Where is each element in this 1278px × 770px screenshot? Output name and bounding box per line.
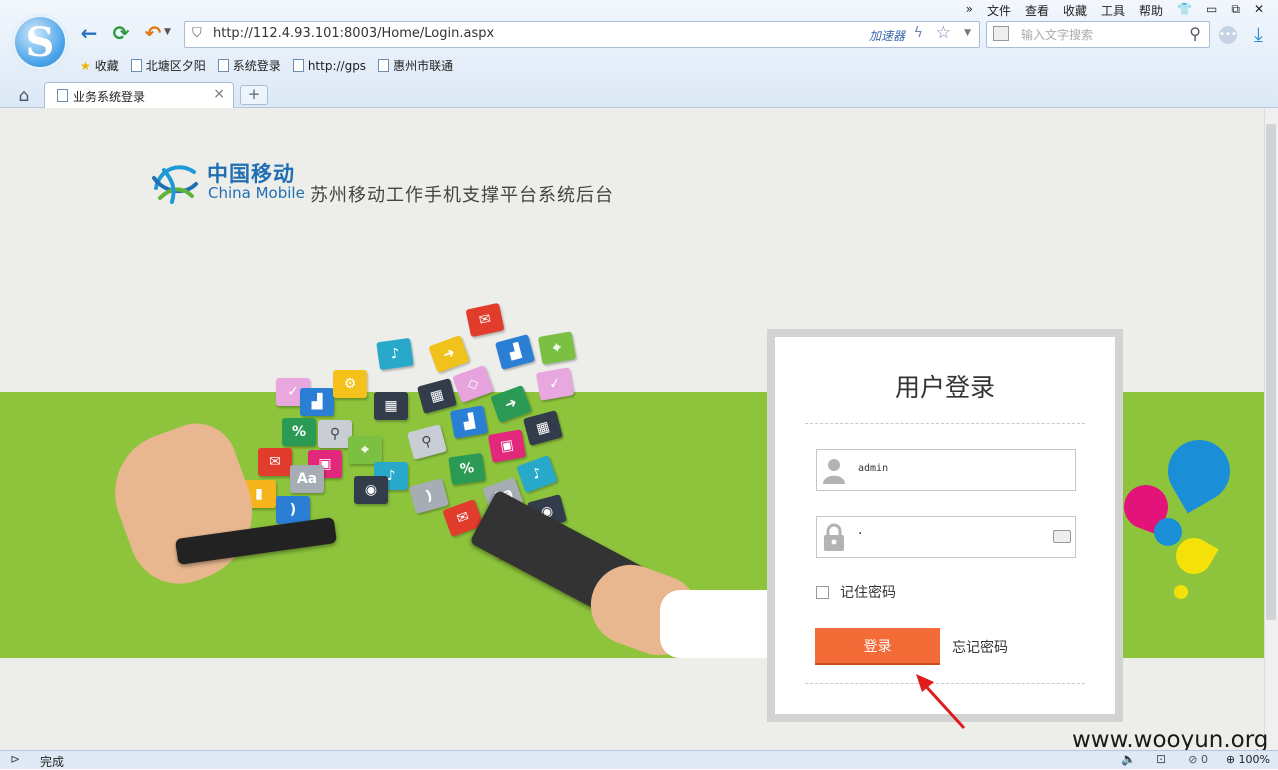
restore-button[interactable]: ⧉ <box>1231 2 1240 18</box>
scrollbar-thumb[interactable] <box>1266 124 1276 620</box>
search-engine-icon[interactable] <box>993 26 1009 41</box>
rss-icon: ) <box>276 496 310 524</box>
tab-login[interactable]: 业务系统登录 × <box>44 82 234 108</box>
check-icon: ✓ <box>535 367 575 401</box>
status-bar: ⊳ 完成 🔈 ⊡ ⊘ 0 ⊕ 100% <box>0 750 1278 769</box>
menu-help[interactable]: 帮助 <box>1139 2 1163 18</box>
close-window-button[interactable]: ✕ <box>1254 2 1264 18</box>
keyboard-icon[interactable] <box>1053 530 1071 543</box>
accelerator-label[interactable]: 加速器 <box>869 27 905 44</box>
bookmarks-bar: ★ 收藏 北塘区夕阳 系统登录 http://gps 惠州市联通 <box>80 57 453 74</box>
page-icon <box>57 89 68 102</box>
camera-icon: ◉ <box>354 476 388 504</box>
tab-strip: ⌂ 业务系统登录 × + <box>0 82 1278 108</box>
login-panel: 用户登录 admin · 记住密码 登录 忘记密码 <box>775 337 1115 714</box>
download-icon[interactable]: ⤓ <box>1254 22 1263 46</box>
bookmark-item[interactable]: 惠州市联通 <box>378 57 453 74</box>
toolbox-icon[interactable]: ⊡ <box>1156 752 1166 766</box>
menu-view[interactable]: 查看 <box>1025 2 1049 18</box>
zoom-level[interactable]: ⊕ 100% <box>1226 753 1270 766</box>
page-icon <box>217 59 229 72</box>
password-field[interactable]: · <box>816 516 1076 558</box>
refresh-icon[interactable]: ⟳ <box>110 21 132 45</box>
address-bar[interactable]: ⛉ http://112.4.93.101:8003/Home/Login.as… <box>184 21 980 48</box>
chart-icon: ▟ <box>449 405 489 439</box>
close-icon[interactable]: × <box>213 86 225 102</box>
remember-checkbox[interactable] <box>816 586 829 599</box>
bookmark-favorites[interactable]: ★ 收藏 <box>80 57 119 74</box>
address-dropdown-icon[interactable]: ▼ <box>964 28 971 38</box>
speaker-icon: ♪ <box>376 337 414 371</box>
menu-favorites[interactable]: 收藏 <box>1063 2 1087 18</box>
china-mobile-logo-icon <box>152 165 198 204</box>
login-button[interactable]: 登录 <box>815 628 940 663</box>
blue-dot <box>1154 518 1182 546</box>
minimize-button[interactable]: ▭ <box>1206 2 1217 18</box>
browser-logo-letter: S <box>25 18 55 66</box>
menu-tools[interactable]: 工具 <box>1101 2 1125 18</box>
star-icon[interactable]: ☆ <box>936 23 951 43</box>
volume-icon[interactable]: 🔈 <box>1121 752 1136 766</box>
user-icon <box>823 459 845 484</box>
back-arrow-icon[interactable]: ← <box>78 21 100 45</box>
username-value: admin <box>858 463 889 474</box>
gear-icon: ⚙ <box>333 370 367 398</box>
sidebar-toggle-icon[interactable]: ⊳ <box>10 752 20 766</box>
star-icon: ★ <box>80 58 91 73</box>
search-icon: ⚲ <box>318 420 352 448</box>
browser-chrome: » 文件 查看 收藏 工具 帮助 👕 ▭ ⧉ ✕ S ← ⟳ ↶ ▼ ⛉ htt… <box>0 0 1278 108</box>
percent-icon: % <box>448 452 486 486</box>
menu-file[interactable]: 文件 <box>987 2 1011 18</box>
system-title: 苏州移动工作手机支撑平台系统后台 <box>310 185 614 206</box>
forgot-password-link[interactable]: 忘记密码 <box>952 637 1008 657</box>
status-text: 完成 <box>40 755 65 769</box>
location-icon: ⌖ <box>537 331 577 365</box>
location-icon: ⌖ <box>348 436 382 464</box>
lightning-icon[interactable]: ϟ <box>914 25 923 41</box>
page-icon <box>378 59 390 72</box>
home-icon[interactable]: ⌂ <box>12 86 36 106</box>
adblock-counter[interactable]: ⊘ 0 <box>1188 753 1208 766</box>
chevron-down-icon[interactable]: ▼ <box>164 27 171 37</box>
login-title: 用户登录 <box>894 373 995 402</box>
menu-bar: » 文件 查看 收藏 工具 帮助 👕 ▭ ⧉ ✕ <box>966 2 1264 18</box>
more-icon[interactable]: ••• <box>1219 26 1237 44</box>
lock-icon <box>824 523 844 551</box>
bookmark-item[interactable]: 系统登录 <box>217 57 281 74</box>
bookmark-item[interactable]: http://gps <box>292 57 366 74</box>
yellow-dot <box>1174 585 1188 599</box>
new-tab-button[interactable]: + <box>240 85 268 105</box>
search-placeholder[interactable]: 输入文字搜索 <box>1021 26 1093 43</box>
contact-icon: ▣ <box>487 429 527 463</box>
page-icon <box>130 59 142 72</box>
skin-icon[interactable]: 👕 <box>1177 2 1192 18</box>
tab-title: 业务系统登录 <box>73 90 146 104</box>
calendar-icon: ▦ <box>374 392 408 420</box>
password-value: · <box>858 526 863 542</box>
bookmark-item[interactable]: 北塘区夕阳 <box>130 57 206 74</box>
undo-close-icon[interactable]: ↶ <box>142 21 164 45</box>
shirt-cuff <box>660 590 770 658</box>
percent-icon: % <box>282 418 316 446</box>
brand-name-en: China Mobile <box>208 184 305 202</box>
remember-label[interactable]: 记住密码 <box>840 582 896 602</box>
search-icon[interactable]: ⚲ <box>1189 24 1201 43</box>
font-icon: Aa <box>290 465 324 493</box>
chart-icon: ▟ <box>300 388 334 416</box>
divider <box>805 423 1085 424</box>
address-url[interactable]: http://112.4.93.101:8003/Home/Login.aspx <box>213 26 494 41</box>
menu-expand[interactable]: » <box>966 2 973 18</box>
shield-icon: ⛉ <box>192 26 202 41</box>
page-icon <box>292 59 304 72</box>
mail-icon: ✉ <box>258 448 292 476</box>
search-box[interactable]: 输入文字搜索 ⚲ <box>986 21 1210 48</box>
annotation-arrow <box>916 674 966 730</box>
username-field[interactable]: admin <box>816 449 1076 491</box>
